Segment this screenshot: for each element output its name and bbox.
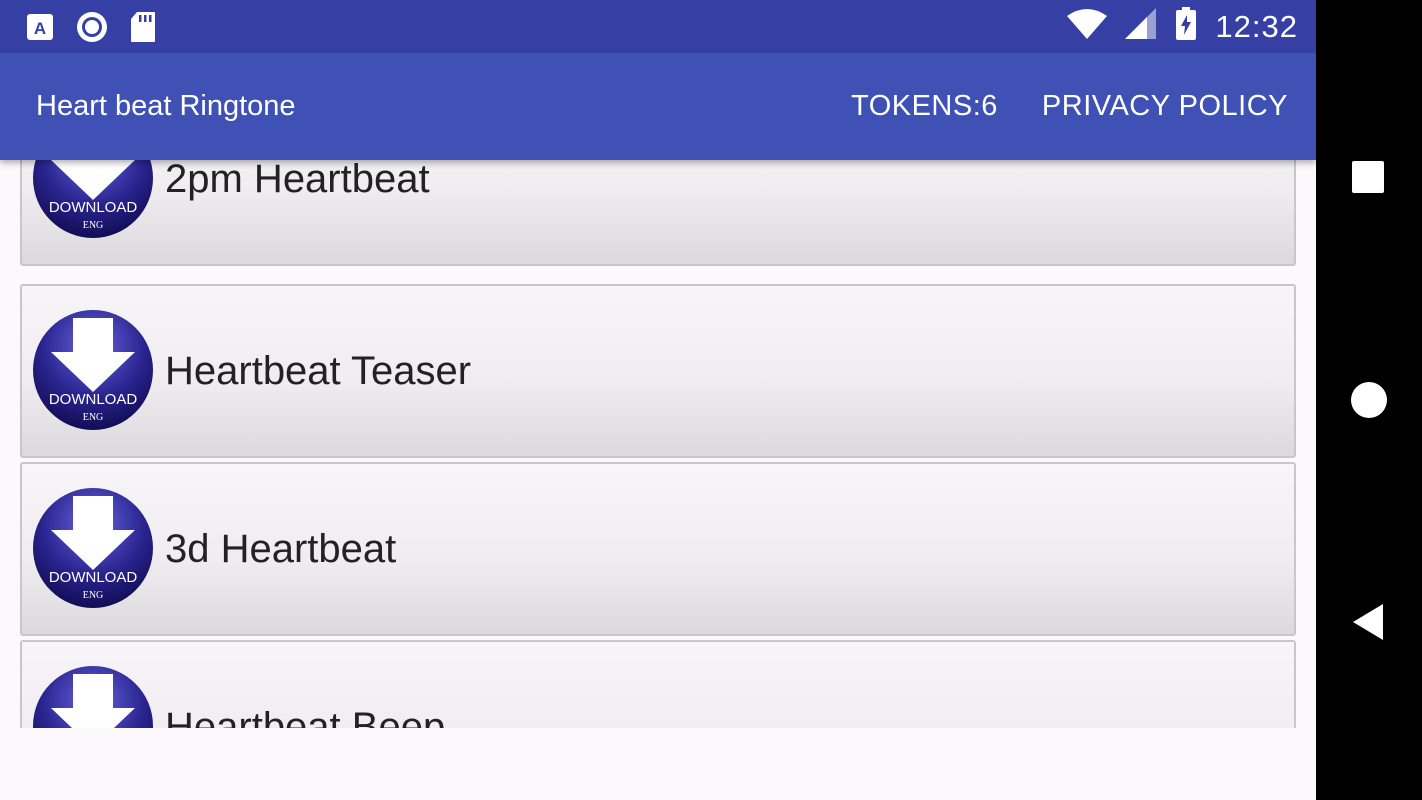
- svg-text:DOWNLOAD: DOWNLOAD: [49, 199, 138, 216]
- svg-text:ENG: ENG: [83, 220, 104, 231]
- ringtone-title: Heartbeat Teaser: [165, 349, 472, 393]
- sd-card-icon: [130, 11, 156, 48]
- wifi-icon: [1067, 8, 1108, 45]
- list-item[interactable]: DOWNLOAD ENG Heartbeat Beep: [20, 640, 1296, 728]
- list-item[interactable]: DOWNLOAD ENG 2pm Heartbeat: [20, 160, 1296, 266]
- app-title: Heart beat Ringtone: [36, 90, 296, 122]
- svg-text:ENG: ENG: [83, 412, 104, 423]
- recents-button[interactable]: [1349, 158, 1389, 198]
- back-button[interactable]: [1349, 602, 1389, 642]
- svg-text:DOWNLOAD: DOWNLOAD: [49, 391, 138, 408]
- list-item[interactable]: DOWNLOAD ENG Heartbeat Teaser: [20, 284, 1296, 458]
- status-time: 12:32: [1215, 8, 1298, 44]
- a-notification-icon: A: [26, 12, 54, 47]
- status-bar: A 12:32: [0, 0, 1316, 53]
- tokens-button[interactable]: TOKENS:6: [851, 90, 998, 123]
- svg-text:A: A: [34, 19, 46, 38]
- privacy-policy-button[interactable]: PRIVACY POLICY: [1042, 90, 1288, 123]
- ringtone-list[interactable]: DOWNLOAD ENG 2pm Heartbeat DOWNLOAD ENG …: [0, 160, 1316, 728]
- navigation-bar: [1316, 0, 1422, 800]
- app-bar: Heart beat Ringtone TOKENS:6 PRIVACY POL…: [0, 53, 1316, 160]
- record-icon: [76, 11, 108, 48]
- app-screen: A 12:32 Heart beat Ringtone TOKENS:6 PRI…: [0, 0, 1316, 800]
- download-icon[interactable]: DOWNLOAD ENG: [31, 160, 155, 240]
- battery-charging-icon: [1175, 7, 1197, 46]
- ringtone-title: 2pm Heartbeat: [165, 160, 430, 201]
- list-item[interactable]: DOWNLOAD ENG 3d Heartbeat: [20, 462, 1296, 636]
- ringtone-title: 3d Heartbeat: [165, 527, 397, 571]
- svg-text:DOWNLOAD: DOWNLOAD: [49, 569, 138, 586]
- ringtone-title: Heartbeat Beep: [165, 705, 446, 728]
- download-icon[interactable]: DOWNLOAD ENG: [31, 664, 155, 728]
- home-button[interactable]: [1349, 380, 1389, 420]
- svg-text:ENG: ENG: [83, 590, 104, 601]
- download-icon[interactable]: DOWNLOAD ENG: [31, 308, 155, 432]
- download-icon[interactable]: DOWNLOAD ENG: [31, 486, 155, 610]
- signal-icon: [1125, 8, 1157, 45]
